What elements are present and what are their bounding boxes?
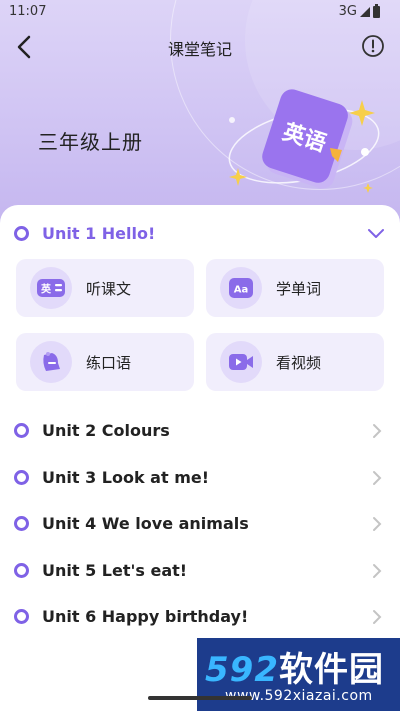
- activity-listen-text[interactable]: 英 听课文: [16, 259, 194, 317]
- unit-label: Unit 3 Look at me!: [42, 467, 210, 487]
- status-bar: 11:07 3G: [0, 0, 400, 24]
- status-icons: 3G: [338, 3, 380, 19]
- textbook-icon: 英: [30, 267, 72, 309]
- site-watermark: 592软件园 www.592xiazai.com: [197, 638, 400, 711]
- unit-label: Unit 1 Hello!: [42, 224, 156, 243]
- network-label: 3G: [338, 4, 357, 19]
- activity-learn-words[interactable]: Aa 学单词: [206, 259, 384, 317]
- info-icon[interactable]: [361, 34, 385, 58]
- unit-bullet: [14, 562, 29, 578]
- home-indicator[interactable]: [148, 696, 252, 700]
- word-icon: Aa: [220, 267, 262, 309]
- video-icon: [220, 341, 262, 383]
- watermark-brand: 592软件园: [205, 650, 384, 690]
- unit-item-2[interactable]: Unit 2 Colours: [14, 415, 386, 445]
- chevron-right-icon: [373, 564, 382, 578]
- unit-item-5[interactable]: Unit 5 Let's eat!: [14, 555, 386, 585]
- unit-label: Unit 5 Let's eat!: [42, 560, 188, 580]
- unit-bullet: [14, 608, 29, 624]
- unit-label: Unit 6 Happy birthday!: [42, 606, 249, 626]
- unit-item-1[interactable]: Unit 1 Hello!: [14, 224, 155, 243]
- unit-label: Unit 4 We love animals: [42, 513, 249, 533]
- chevron-right-icon: [373, 610, 382, 624]
- speaking-icon: [30, 341, 72, 383]
- battery-icon: [373, 3, 380, 18]
- unit-bullet: [14, 515, 29, 531]
- unit-item-3[interactable]: Unit 3 Look at me!: [14, 462, 386, 492]
- status-time: 11:07: [9, 4, 47, 19]
- activity-label: 练口语: [86, 353, 132, 372]
- unit-bullet: [14, 469, 29, 485]
- svg-text:Aa: Aa: [234, 285, 249, 296]
- svg-text:英: 英: [40, 283, 52, 296]
- activity-label: 看视频: [276, 353, 322, 372]
- chevron-right-icon: [373, 517, 382, 531]
- chevron-down-icon[interactable]: [367, 227, 385, 241]
- activity-label: 学单词: [276, 279, 322, 298]
- grade-title: 三年级上册: [38, 130, 143, 154]
- unit-label: Unit 2 Colours: [42, 420, 170, 440]
- unit-item-4[interactable]: Unit 4 We love animals: [14, 508, 386, 538]
- unit-bullet: [14, 226, 29, 241]
- chevron-right-icon: [373, 471, 382, 485]
- activity-label: 听课文: [86, 279, 132, 298]
- activity-practice-speaking[interactable]: 练口语: [16, 333, 194, 391]
- chevron-right-icon: [373, 424, 382, 438]
- activity-watch-video[interactable]: 看视频: [206, 333, 384, 391]
- top-bar: 课堂笔记: [0, 30, 400, 64]
- signal-icon: [360, 6, 370, 17]
- unit-item-6[interactable]: Unit 6 Happy birthday!: [14, 601, 386, 631]
- unit-bullet: [14, 422, 29, 438]
- english-book-illustration: 英语: [228, 89, 380, 193]
- page-title: 课堂笔记: [167, 40, 232, 59]
